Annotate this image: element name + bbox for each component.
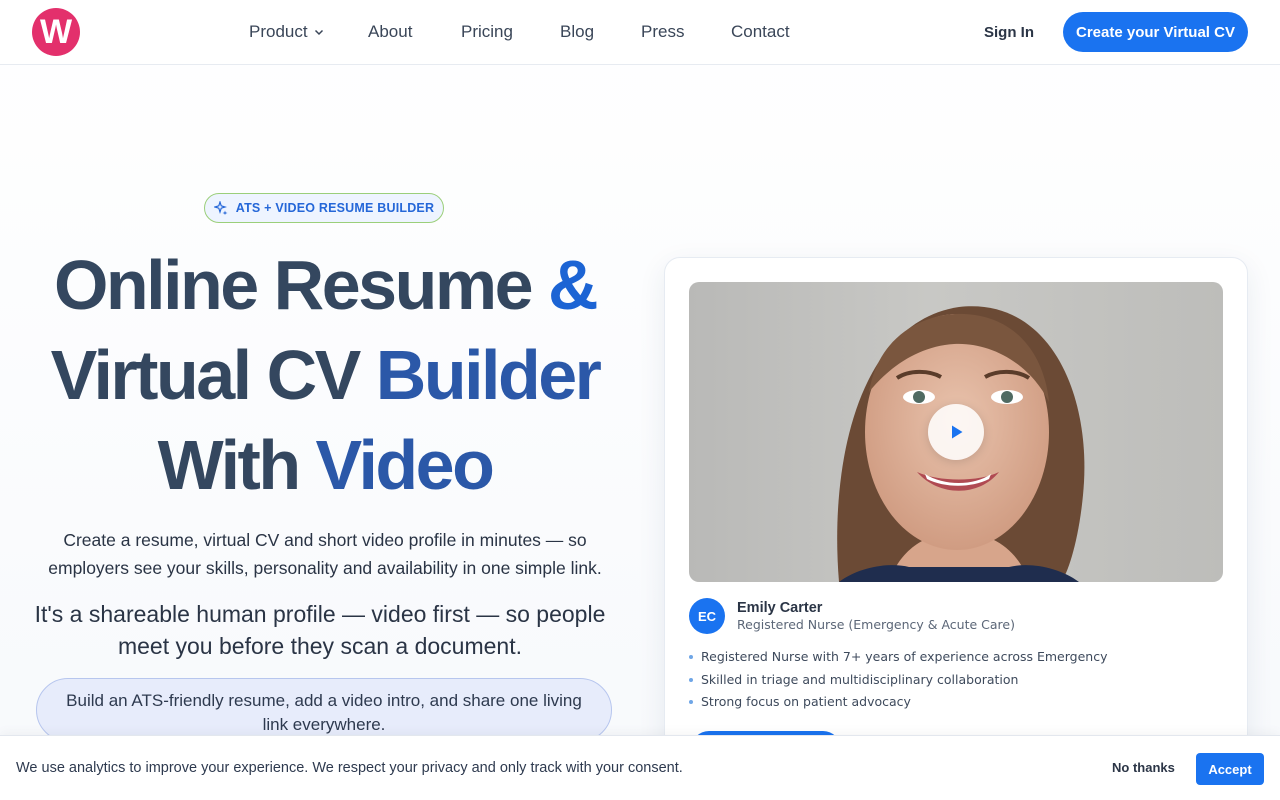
site-header: W Product About Pricing Blog Press Conta…: [0, 0, 1280, 65]
create-cv-button[interactable]: Create your Virtual CV: [1063, 12, 1248, 52]
nav-product-label: Product: [249, 22, 308, 41]
profile-card: EC Emily Carter Registered Nurse (Emerge…: [664, 257, 1248, 777]
hero-pill: Build an ATS-friendly resume, add a vide…: [36, 678, 612, 742]
sparkle-icon: [213, 201, 228, 215]
accept-cookies-button[interactable]: Accept: [1196, 753, 1264, 785]
nav-contact[interactable]: Contact: [731, 22, 790, 42]
nav-blog[interactable]: Blog: [560, 22, 594, 42]
hero-subtitle: Create a resume, virtual CV and short vi…: [48, 530, 602, 578]
list-item: Strong focus on patient advocacy: [689, 694, 1219, 717]
decline-cookies-button[interactable]: No thanks: [1102, 758, 1185, 777]
logo[interactable]: W: [32, 8, 80, 56]
avatar: EC: [689, 598, 725, 634]
headline-line3: With: [157, 426, 301, 504]
list-item: Skilled in triage and multidisciplinary …: [689, 672, 1219, 695]
cookie-message: We use analytics to improve your experie…: [16, 760, 683, 776]
logo-w-icon: W: [40, 17, 73, 47]
video-preview[interactable]: [689, 282, 1223, 582]
nav-pricing[interactable]: Pricing: [461, 22, 513, 42]
chevron-down-icon: [314, 27, 324, 37]
play-button[interactable]: [928, 404, 984, 460]
cookie-banner: We use analytics to improve your experie…: [0, 735, 1280, 800]
headline-line2-accent: Builder: [375, 336, 602, 414]
headline-line3-accent: Video: [315, 426, 495, 504]
sign-in-link[interactable]: Sign In: [984, 24, 1034, 41]
profile-highlights: Registered Nurse with 7+ years of experi…: [689, 649, 1219, 717]
hero-tagline: It's a shareable human profile — video f…: [34, 601, 606, 659]
nav-press[interactable]: Press: [641, 22, 684, 42]
headline-line2: Virtual CV: [50, 336, 362, 414]
nav-product[interactable]: Product: [249, 22, 324, 42]
hero-badge-label: ATS + VIDEO RESUME BUILDER: [235, 201, 435, 215]
hero-badge: ATS + VIDEO RESUME BUILDER: [204, 193, 444, 223]
headline-line1: Online Resume: [53, 246, 534, 324]
list-item: Registered Nurse with 7+ years of experi…: [689, 649, 1219, 672]
profile-name: Emily Carter: [737, 600, 823, 616]
hero-headline: Online Resume & Virtual CV Builder With …: [20, 240, 630, 510]
play-icon: [952, 425, 963, 439]
headline-line1-accent: &: [547, 246, 599, 324]
svg-text:W: W: [40, 17, 73, 47]
nav-about[interactable]: About: [368, 22, 412, 42]
profile-role: Registered Nurse (Emergency & Acute Care…: [737, 617, 1015, 632]
